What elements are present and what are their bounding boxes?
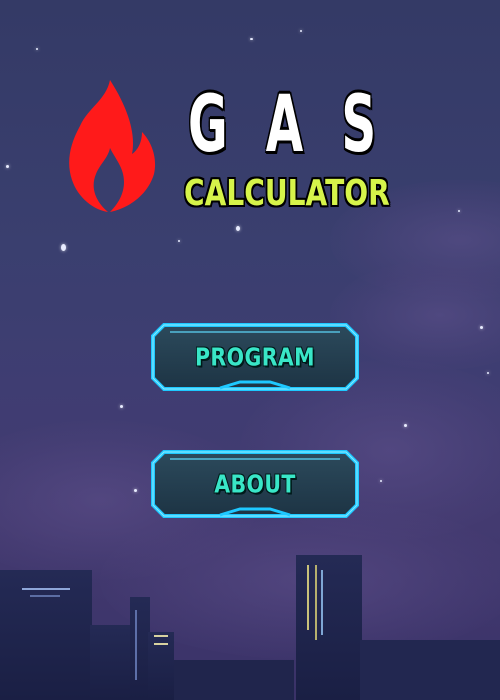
app-title: G A S bbox=[188, 80, 387, 170]
app-subtitle: CALCULATOR bbox=[184, 173, 390, 214]
about-button[interactable]: ABOUT bbox=[150, 449, 360, 519]
program-button[interactable]: PROGRAM bbox=[150, 322, 360, 392]
program-button-label: PROGRAM bbox=[194, 342, 315, 372]
city-skyline bbox=[0, 555, 500, 700]
flame-icon bbox=[69, 80, 156, 212]
about-button-label: ABOUT bbox=[214, 469, 296, 499]
